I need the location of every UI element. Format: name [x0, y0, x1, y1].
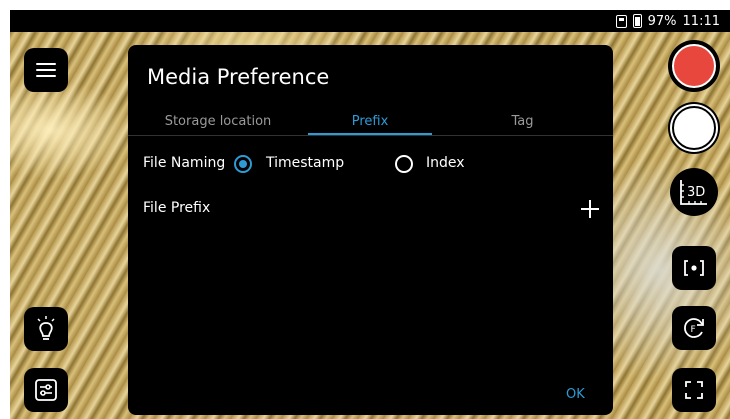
tab-storage-location[interactable]: Storage location — [128, 113, 308, 135]
adjust-button[interactable] — [24, 368, 68, 412]
menu-button[interactable] — [24, 48, 68, 92]
index-label[interactable]: Index — [426, 155, 465, 171]
battery-icon — [632, 14, 642, 28]
file-naming-label: File Naming — [143, 155, 226, 171]
plus-icon[interactable] — [580, 199, 600, 219]
media-preference-dialog: Media Preference Storage location Prefix… — [128, 45, 613, 415]
active-tab-indicator — [308, 133, 432, 135]
battery-percent: 97% — [647, 13, 677, 29]
sd-card-icon — [615, 14, 627, 28]
light-button[interactable] — [24, 307, 68, 351]
status-bar: 97% 11:11 — [10, 10, 730, 32]
tab-prefix[interactable]: Prefix — [308, 113, 432, 135]
fullscreen-icon — [685, 381, 703, 399]
timestamp-radio[interactable] — [234, 155, 252, 173]
shutter-button[interactable] — [668, 102, 720, 154]
measure-3d-button[interactable]: 3D — [670, 168, 718, 216]
menu-icon — [36, 63, 56, 77]
ruler-3d-icon: 3D — [680, 180, 707, 205]
camera-screen: 97% 11:11 Media Preference Storage locat… — [10, 10, 730, 419]
tab-bar: Storage location Prefix Tag — [128, 113, 613, 136]
record-button[interactable] — [668, 40, 720, 92]
ok-button[interactable]: OK — [566, 387, 585, 402]
index-radio[interactable] — [395, 155, 413, 173]
light-bulb-icon — [37, 316, 55, 340]
file-prefix-label: File Prefix — [143, 200, 211, 216]
autofocus-button[interactable]: F — [672, 306, 716, 350]
dialog-title: Media Preference — [147, 65, 330, 89]
timestamp-label[interactable]: Timestamp — [266, 155, 344, 171]
focus-icon — [684, 260, 704, 276]
measure-3d-label: 3D — [687, 185, 705, 200]
focus-button[interactable] — [672, 246, 716, 290]
shutter-icon — [672, 106, 716, 150]
clock: 11:11 — [682, 13, 720, 29]
settings-sliders-icon — [35, 379, 57, 401]
record-icon — [672, 44, 716, 88]
svg-text:F: F — [691, 325, 696, 335]
autofocus-rotate-icon: F — [684, 318, 704, 338]
fullscreen-button[interactable] — [672, 368, 716, 412]
tab-tag[interactable]: Tag — [432, 113, 613, 135]
